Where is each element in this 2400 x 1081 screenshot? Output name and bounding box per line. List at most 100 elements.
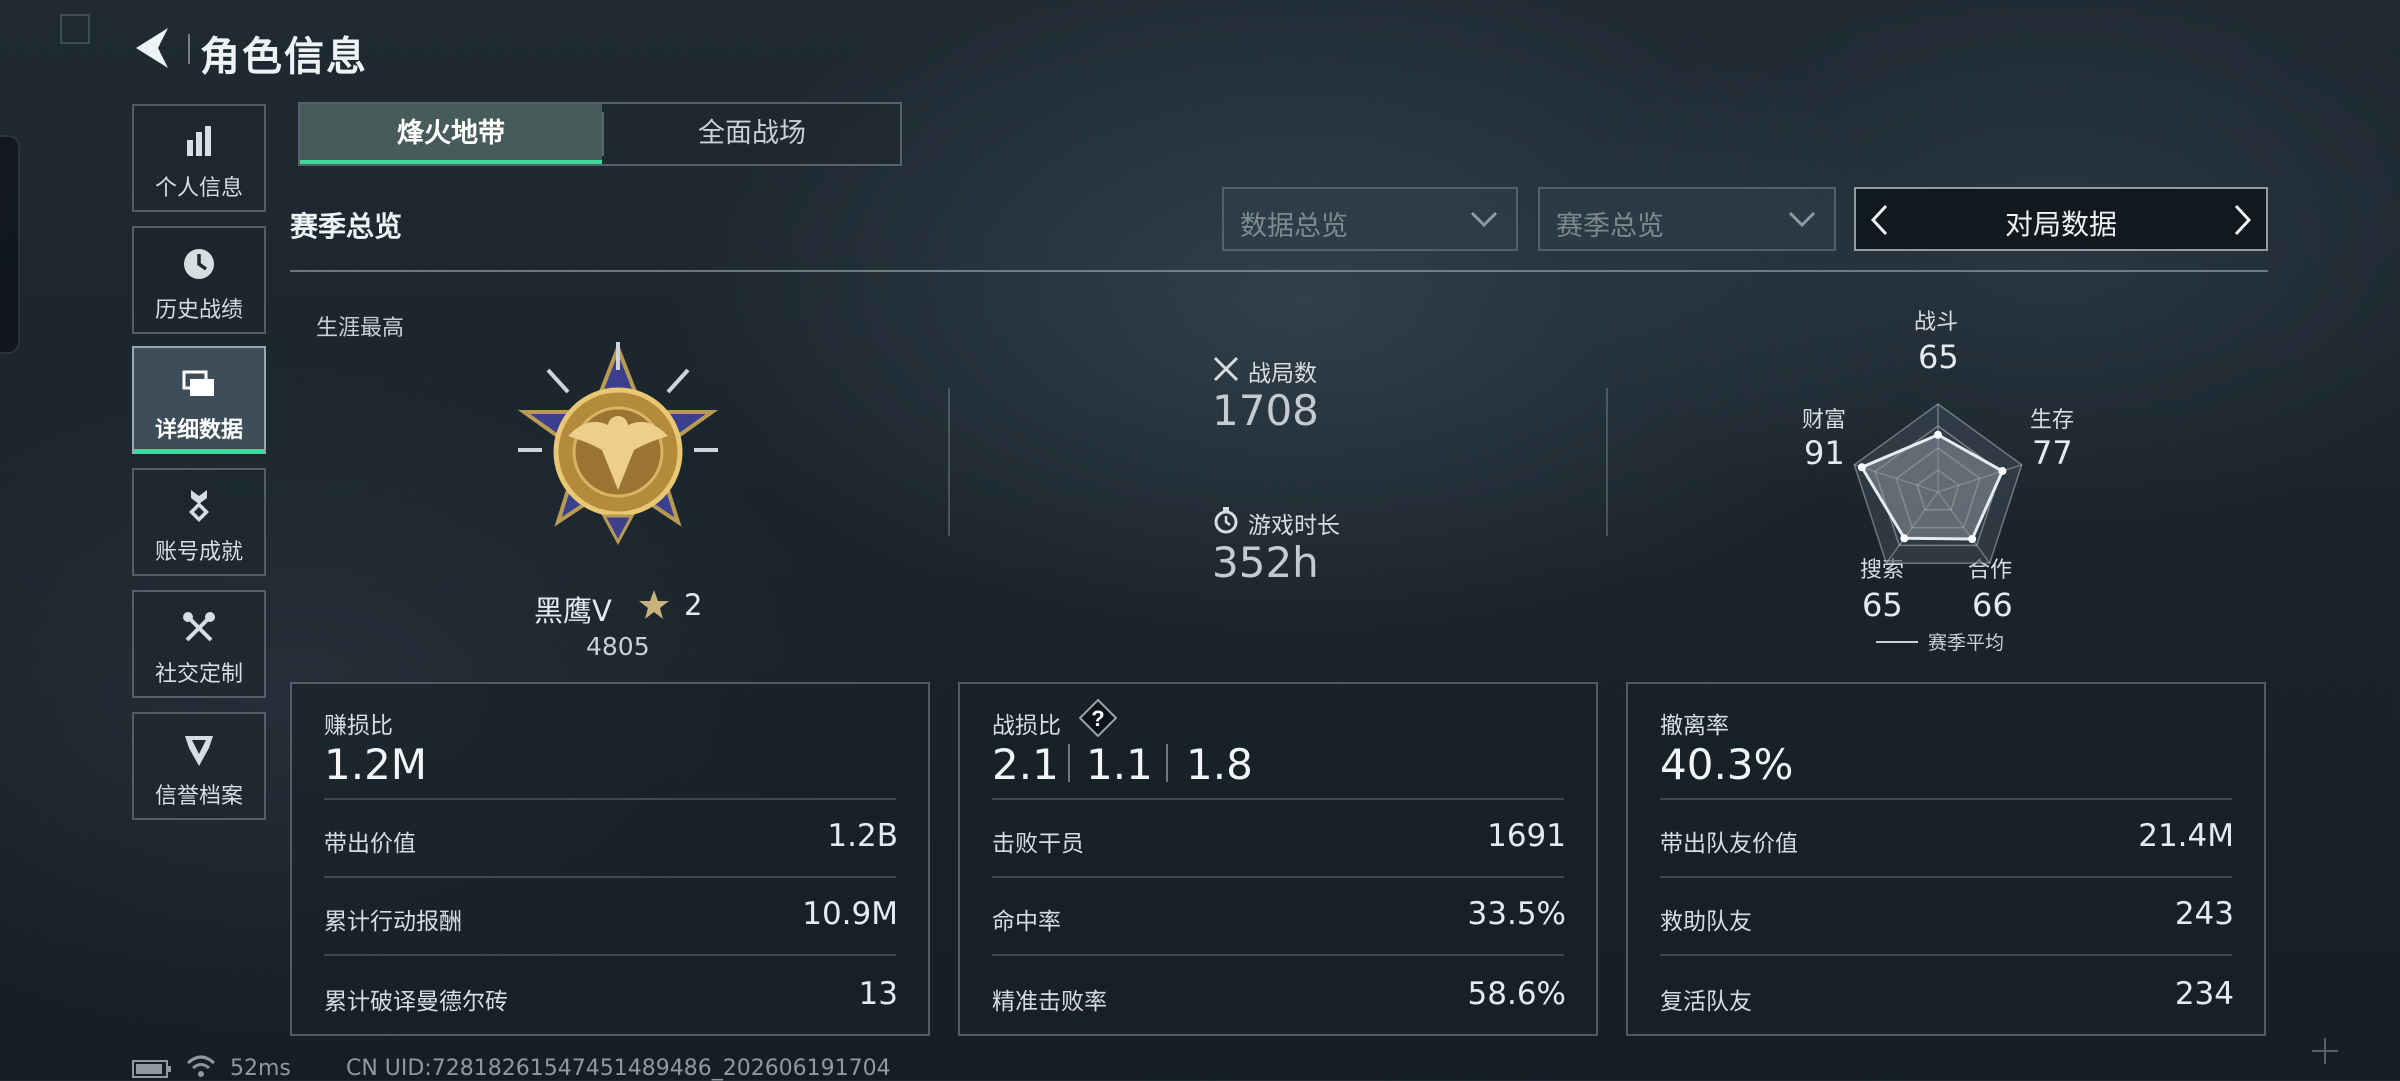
tab-warfare[interactable]: 全面战场 xyxy=(604,104,900,164)
section-title: 赛季总览 xyxy=(290,210,403,243)
row-label: 带出队友价值 xyxy=(1660,831,1798,857)
row-value: 1691 xyxy=(1487,818,1566,854)
card-title: 赚损比 xyxy=(324,713,393,739)
column-divider xyxy=(1606,388,1608,536)
row-value: 243 xyxy=(2174,896,2234,932)
active-indicator xyxy=(134,449,264,454)
active-tab-indicator xyxy=(300,160,602,164)
row-divider xyxy=(992,798,1564,800)
profit-ratio-card[interactable]: 赚损比 1.2M 带出价值 1.2B 累计行动报酬 10.9M 累计破译曼德尔砖… xyxy=(290,682,930,1036)
value-divider xyxy=(1166,744,1168,782)
row-label: 累计破译曼德尔砖 xyxy=(324,989,508,1015)
sidebar-item-label: 历史战绩 xyxy=(154,298,243,323)
row-value: 21.4M xyxy=(2138,818,2234,854)
chevron-down-icon xyxy=(1470,211,1498,228)
row-divider xyxy=(324,876,896,878)
row-divider xyxy=(992,876,1564,878)
dropdown-value: 赛季总览 xyxy=(1556,211,1664,242)
kd-value-2: 1.1 xyxy=(1086,740,1153,789)
row-label: 累计行动报酬 xyxy=(324,909,462,935)
playtime-label: 游戏时长 xyxy=(1248,513,1340,539)
ability-radar-chart xyxy=(1853,403,2023,564)
radar-label-combat: 战斗 xyxy=(1914,310,1959,335)
row-value: 13 xyxy=(858,976,898,1012)
sidebar-item-profile[interactable]: 个人信息 xyxy=(132,104,266,212)
rank-stars: 2 xyxy=(684,588,703,622)
radar-value-teamwork: 66 xyxy=(1972,586,2013,624)
extraction-rate-card[interactable]: 撤离率 40.3% 带出队友价值 21.4M 救助队友 243 复活队友 234 xyxy=(1626,682,2266,1036)
row-divider xyxy=(324,954,896,956)
radar-point-3 xyxy=(1900,534,1909,543)
sidebar-item-reputation[interactable]: 信誉档案 xyxy=(132,712,266,820)
battles-label: 战局数 xyxy=(1248,361,1317,387)
data-overview-dropdown[interactable]: 数据总览 xyxy=(1222,187,1518,251)
row-value: 10.9M xyxy=(802,896,898,932)
rank-name: 黑鹰Ⅴ xyxy=(534,594,612,628)
column-divider xyxy=(948,388,950,536)
sidebar-item-social[interactable]: 社交定制 xyxy=(132,590,266,698)
battles-value: 1708 xyxy=(1212,386,1319,435)
star-icon xyxy=(639,590,669,619)
tab-operations[interactable]: 烽火地带 xyxy=(300,104,602,164)
tools-icon xyxy=(183,612,215,642)
title-divider xyxy=(188,34,190,64)
kd-ratio-card[interactable]: 战损比 ? 2.1 1.1 1.8 击败干员 1691 命中率 33.5% 精准… xyxy=(958,682,1598,1036)
row-label: 命中率 xyxy=(992,909,1061,935)
row-value: 58.6% xyxy=(1467,976,1566,1012)
tab-label: 全面战场 xyxy=(698,118,806,149)
kd-value-1: 2.1 xyxy=(992,740,1059,789)
radar-point-4 xyxy=(1857,463,1866,472)
corner-frame xyxy=(60,14,90,44)
row-divider xyxy=(1660,954,2232,956)
card-title: 战损比 xyxy=(992,713,1061,739)
crosshair-icon xyxy=(2312,1038,2338,1064)
rank-score: 4805 xyxy=(586,632,650,661)
radar-value-survival: 77 xyxy=(2032,434,2073,472)
radar-point-0 xyxy=(1934,430,1942,439)
battery-icon xyxy=(132,1060,171,1078)
dropdown-value: 数据总览 xyxy=(1240,211,1348,242)
history-icon xyxy=(184,249,214,279)
row-label: 击败干员 xyxy=(992,831,1084,857)
stopwatch-icon xyxy=(1214,507,1238,534)
row-label: 精准击败率 xyxy=(992,989,1107,1015)
chevron-right-icon[interactable] xyxy=(2230,203,2254,237)
mode-tabs: 烽火地带 全面战场 xyxy=(298,102,902,166)
card-main-value: 40.3% xyxy=(1660,740,1794,789)
chevron-down-icon xyxy=(1788,211,1816,228)
legend-line xyxy=(1876,641,1918,643)
radar-point-1 xyxy=(1998,467,2007,476)
user-uid: CN UID:7281826154745148948​6_20260619170… xyxy=(346,1056,891,1081)
row-label: 救助队友 xyxy=(1660,909,1752,935)
sidebar-item-label: 详细数据 xyxy=(154,418,243,443)
rank-badge-icon xyxy=(517,342,719,546)
radar-value-search: 65 xyxy=(1862,586,1903,624)
row-divider xyxy=(324,798,896,800)
row-value: 33.5% xyxy=(1467,896,1566,932)
row-value: 234 xyxy=(2174,976,2234,1012)
sidebar-item-label: 社交定制 xyxy=(154,662,243,687)
row-divider xyxy=(992,954,1564,956)
help-icon[interactable]: ? xyxy=(1078,698,1118,738)
card-title: 撤离率 xyxy=(1660,713,1729,739)
achievement-icon xyxy=(189,490,209,522)
season-overview-dropdown[interactable]: 赛季总览 xyxy=(1538,187,1836,251)
radar-point-2 xyxy=(1968,534,1977,543)
sidebar-item-details[interactable]: 详细数据 xyxy=(132,346,266,454)
back-icon[interactable] xyxy=(128,22,176,74)
help-glyph: ? xyxy=(1091,706,1104,731)
row-value: 1.2B xyxy=(827,818,898,854)
sidebar-item-label: 个人信息 xyxy=(154,176,243,201)
wifi-icon xyxy=(186,1055,216,1077)
side-drawer-handle[interactable] xyxy=(0,135,20,354)
sidebar-item-achievements[interactable]: 账号成就 xyxy=(132,468,266,576)
sidebar-item-history[interactable]: 历史战绩 xyxy=(132,226,266,334)
reputation-icon xyxy=(185,736,213,766)
tab-label: 烽火地带 xyxy=(397,118,505,149)
network-latency: 52ms xyxy=(230,1056,291,1081)
page-title: 角色信息 xyxy=(200,34,368,80)
row-divider xyxy=(1660,798,2232,800)
radar-value-combat: 65 xyxy=(1918,338,1959,376)
sidebar-item-label: 账号成就 xyxy=(154,540,243,565)
row-label: 复活队友 xyxy=(1660,989,1752,1015)
